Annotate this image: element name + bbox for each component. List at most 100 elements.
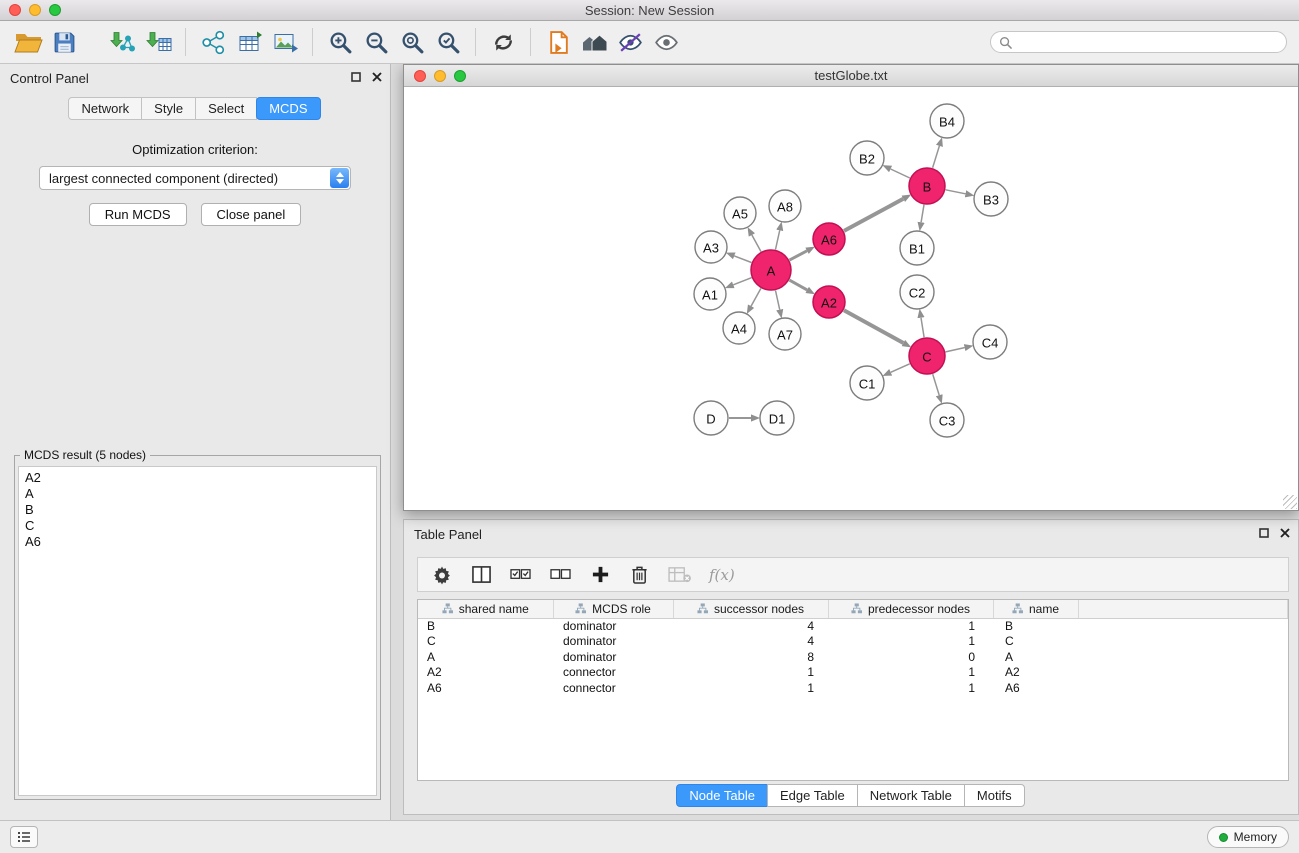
search-input[interactable] bbox=[1017, 35, 1278, 49]
node-B[interactable]: B bbox=[909, 168, 945, 204]
cell-successor-nodes[interactable]: 4 bbox=[673, 634, 828, 650]
edge-A-A4[interactable] bbox=[751, 288, 761, 306]
tab-network-table[interactable]: Network Table bbox=[857, 784, 965, 807]
tab-select[interactable]: Select bbox=[195, 97, 257, 120]
cell-predecessor-nodes[interactable]: 1 bbox=[828, 634, 993, 650]
open-session-button[interactable] bbox=[10, 24, 46, 60]
close-window-button[interactable] bbox=[9, 4, 21, 16]
edge-A-A2[interactable] bbox=[789, 280, 807, 290]
cell-predecessor-nodes[interactable]: 0 bbox=[828, 650, 993, 666]
edge-A-A6[interactable] bbox=[790, 251, 808, 260]
criterion-dropdown[interactable]: largest connected component (directed) bbox=[39, 166, 351, 190]
function-builder-button[interactable]: f(x) bbox=[709, 562, 735, 588]
mcds-result-item[interactable]: A6 bbox=[25, 534, 370, 550]
task-history-button[interactable] bbox=[10, 826, 38, 848]
cell-predecessor-nodes[interactable]: 1 bbox=[828, 681, 993, 697]
cell-MCDS-role[interactable]: dominator bbox=[553, 618, 673, 634]
cell-name[interactable]: B bbox=[993, 618, 1078, 634]
node-B4[interactable]: B4 bbox=[930, 104, 964, 138]
cell-shared-name[interactable]: A2 bbox=[418, 665, 553, 681]
cell-name[interactable]: A bbox=[993, 650, 1078, 666]
memory-button[interactable]: Memory bbox=[1207, 826, 1289, 848]
cell-MCDS-role[interactable]: dominator bbox=[553, 634, 673, 650]
node-D[interactable]: D bbox=[694, 401, 728, 435]
add-row-button[interactable] bbox=[589, 562, 611, 588]
cell-MCDS-role[interactable]: connector bbox=[553, 665, 673, 681]
edge-C-C1[interactable] bbox=[891, 364, 910, 373]
tab-motifs[interactable]: Motifs bbox=[964, 784, 1025, 807]
table-row[interactable]: A6connector11A6 bbox=[418, 681, 1288, 697]
tab-style[interactable]: Style bbox=[141, 97, 196, 120]
node-D1[interactable]: D1 bbox=[760, 401, 794, 435]
show-columns-button[interactable] bbox=[470, 562, 492, 588]
network-minimize-button[interactable] bbox=[434, 70, 446, 82]
edge-A-A3[interactable] bbox=[734, 256, 751, 263]
table-settings-button[interactable] bbox=[431, 562, 453, 588]
edge-A2-C[interactable] bbox=[844, 310, 904, 343]
network-window-titlebar[interactable]: testGlobe.txt bbox=[404, 65, 1298, 87]
open-document-button[interactable] bbox=[540, 24, 576, 60]
node-A4[interactable]: A4 bbox=[723, 312, 755, 344]
cell-shared-name[interactable]: B bbox=[418, 618, 553, 634]
edge-A-A5[interactable] bbox=[752, 235, 761, 252]
mcds-result-list[interactable]: A2ABCA6 bbox=[18, 466, 377, 796]
edge-A-A8[interactable] bbox=[776, 230, 780, 249]
new-table-button[interactable] bbox=[231, 24, 267, 60]
edge-C-C4[interactable] bbox=[946, 348, 965, 352]
import-table-button[interactable] bbox=[140, 24, 176, 60]
minimize-window-button[interactable] bbox=[29, 4, 41, 16]
zoom-fit-button[interactable] bbox=[394, 24, 430, 60]
node-A7[interactable]: A7 bbox=[769, 318, 801, 350]
node-C1[interactable]: C1 bbox=[850, 366, 884, 400]
new-network-button[interactable] bbox=[195, 24, 231, 60]
node-A2[interactable]: A2 bbox=[813, 286, 845, 318]
float-panel-icon[interactable] bbox=[351, 72, 361, 82]
table-row[interactable]: Adominator80A bbox=[418, 650, 1288, 666]
delete-row-button[interactable] bbox=[628, 562, 650, 588]
cell-MCDS-role[interactable]: dominator bbox=[553, 650, 673, 666]
edge-A-A7[interactable] bbox=[776, 291, 780, 310]
node-A3[interactable]: A3 bbox=[695, 231, 727, 263]
cell-MCDS-role[interactable]: connector bbox=[553, 681, 673, 697]
select-all-button[interactable] bbox=[509, 562, 532, 588]
tab-node-table[interactable]: Node Table bbox=[676, 784, 768, 807]
cell-name[interactable]: C bbox=[993, 634, 1078, 650]
node-A[interactable]: A bbox=[751, 250, 791, 290]
node-B3[interactable]: B3 bbox=[974, 182, 1008, 216]
close-table-panel-icon[interactable] bbox=[1280, 528, 1290, 538]
tab-mcds[interactable]: MCDS bbox=[256, 97, 320, 120]
edge-B-B4[interactable] bbox=[933, 146, 940, 168]
edge-B-B1[interactable] bbox=[921, 205, 924, 223]
zoom-selected-button[interactable] bbox=[430, 24, 466, 60]
cell-shared-name[interactable]: A bbox=[418, 650, 553, 666]
float-table-panel-icon[interactable] bbox=[1259, 528, 1269, 538]
table-row[interactable]: A2connector11A2 bbox=[418, 665, 1288, 681]
column-header-name[interactable]: name bbox=[993, 600, 1078, 618]
edge-C-C2[interactable] bbox=[921, 318, 924, 338]
edge-B-B2[interactable] bbox=[891, 169, 910, 178]
network-zoom-button[interactable] bbox=[454, 70, 466, 82]
close-panel-button[interactable]: Close panel bbox=[201, 203, 302, 226]
edge-A6-B[interactable] bbox=[844, 199, 903, 231]
cell-name[interactable]: A2 bbox=[993, 665, 1078, 681]
node-C4[interactable]: C4 bbox=[973, 325, 1007, 359]
close-panel-icon[interactable] bbox=[372, 72, 382, 82]
node-B1[interactable]: B1 bbox=[900, 231, 934, 265]
run-mcds-button[interactable]: Run MCDS bbox=[89, 203, 187, 226]
mcds-result-item[interactable]: A2 bbox=[25, 470, 370, 486]
cell-successor-nodes[interactable]: 1 bbox=[673, 681, 828, 697]
column-header-successor-nodes[interactable]: successor nodes bbox=[673, 600, 828, 618]
node-C[interactable]: C bbox=[909, 338, 945, 374]
network-graph[interactable]: B4B2BB3A8A5A6A3B1AA1C2A2A4A7C4CC1C3DD1 bbox=[404, 87, 1298, 510]
home-button[interactable] bbox=[576, 24, 612, 60]
edge-B-B3[interactable] bbox=[946, 190, 966, 194]
network-canvas[interactable]: B4B2BB3A8A5A6A3B1AA1C2A2A4A7C4CC1C3DD1 bbox=[404, 87, 1298, 510]
cell-shared-name[interactable]: A6 bbox=[418, 681, 553, 697]
cell-successor-nodes[interactable]: 1 bbox=[673, 665, 828, 681]
cell-shared-name[interactable]: C bbox=[418, 634, 553, 650]
mcds-result-item[interactable]: C bbox=[25, 518, 370, 534]
mcds-result-item[interactable]: B bbox=[25, 502, 370, 518]
node-A1[interactable]: A1 bbox=[694, 278, 726, 310]
tab-edge-table[interactable]: Edge Table bbox=[767, 784, 858, 807]
edge-A-A1[interactable] bbox=[733, 278, 751, 285]
